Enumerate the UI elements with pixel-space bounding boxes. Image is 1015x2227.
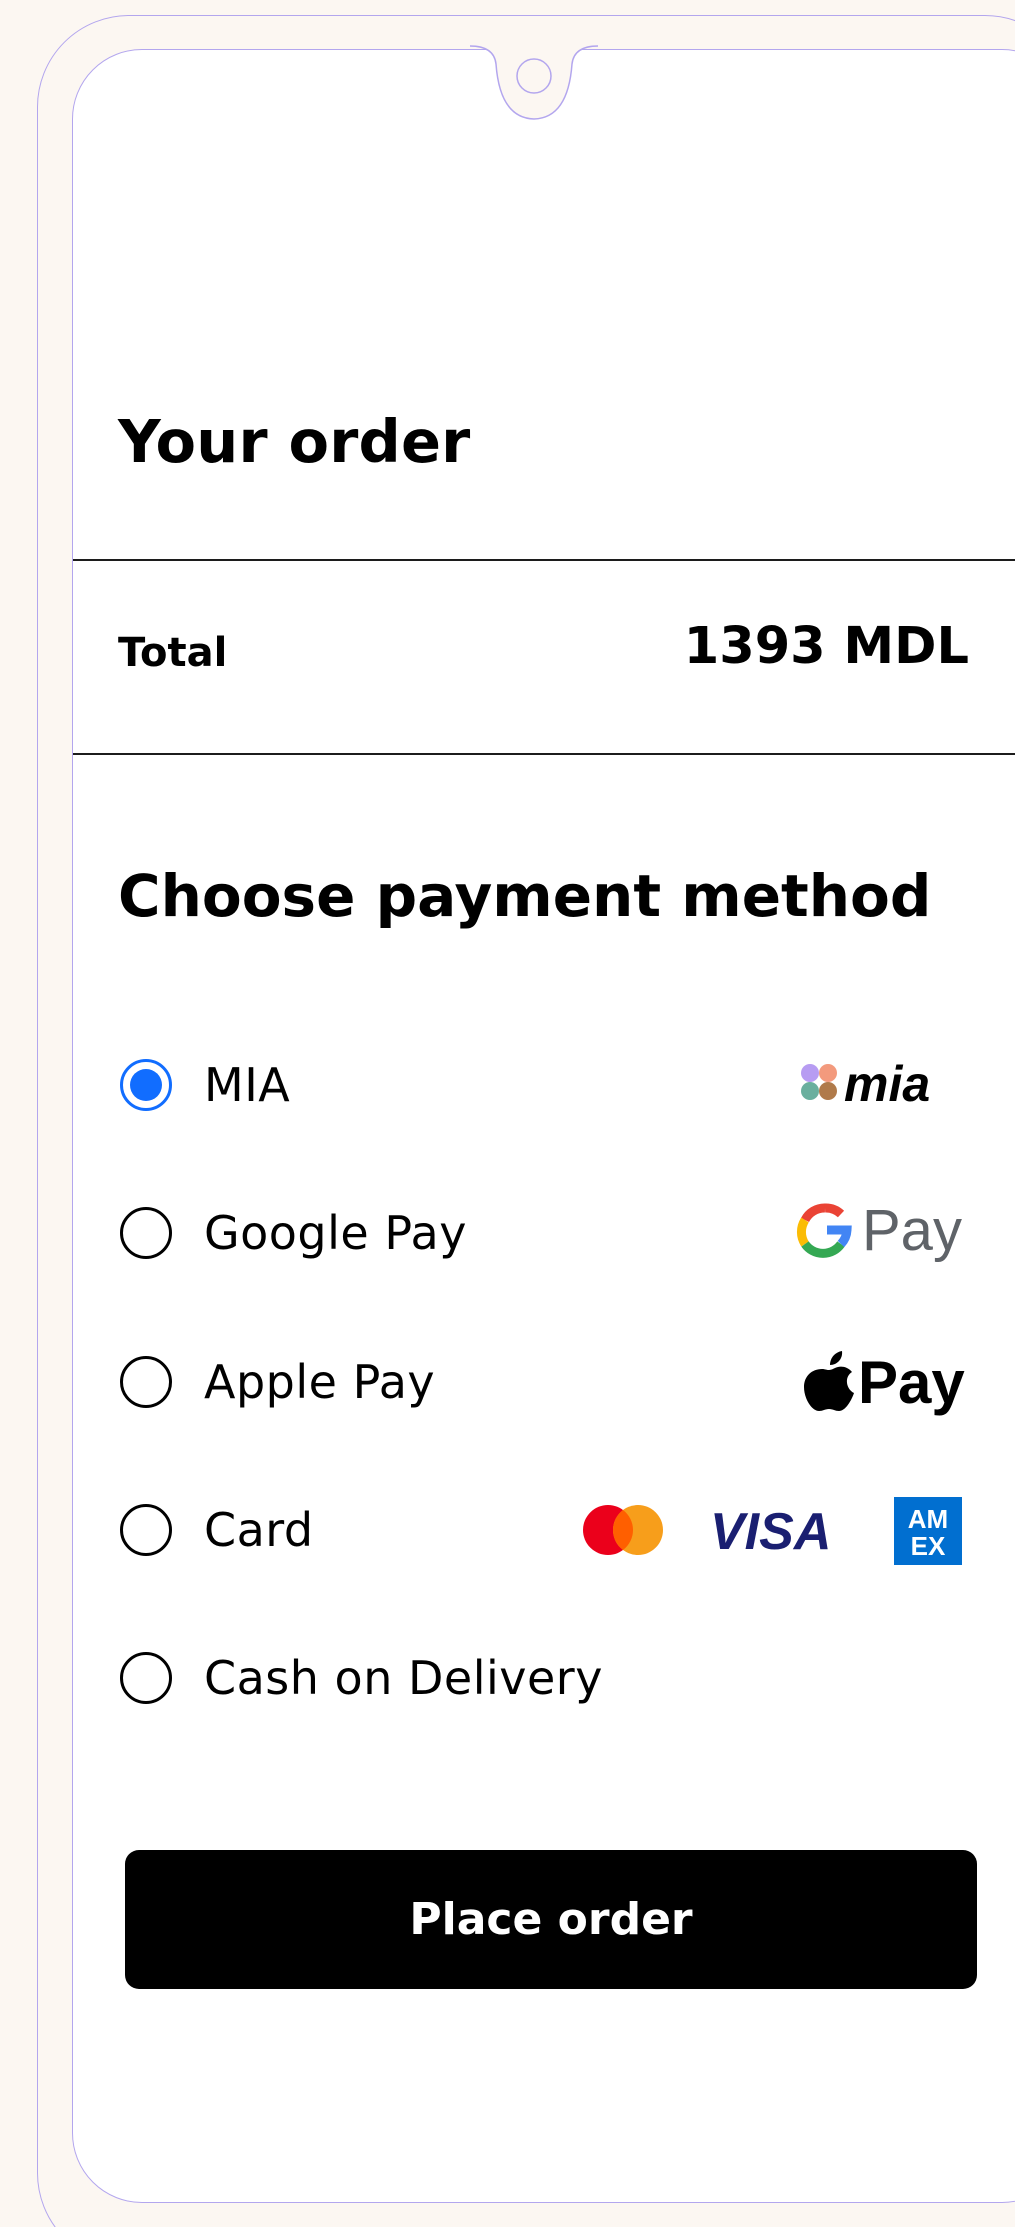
card-brands-logos: VISA AM EX: [582, 1495, 962, 1565]
divider: [73, 559, 1015, 561]
apple-icon: [804, 1351, 854, 1411]
payment-option-google-pay[interactable]: Google Pay Pay: [120, 1198, 962, 1268]
payment-option-label: MIA: [204, 1058, 291, 1112]
checkout-page: Your order Total 1393 MDL Choose payment…: [0, 0, 1015, 2227]
radio-apple-pay[interactable]: [120, 1356, 172, 1408]
radio-google-pay[interactable]: [120, 1207, 172, 1259]
apple-pay-logo: Pay: [800, 1347, 965, 1417]
payment-option-cash[interactable]: Cash on Delivery: [120, 1643, 962, 1713]
radio-card[interactable]: [120, 1504, 172, 1556]
payment-option-label: Google Pay: [204, 1206, 467, 1260]
svg-text:EX: EX: [911, 1531, 946, 1561]
gpay-text: Pay: [862, 1198, 962, 1263]
divider: [73, 753, 1015, 755]
camera-notch: [469, 45, 599, 120]
payment-option-label: Cash on Delivery: [204, 1651, 603, 1705]
svg-text:AM: AM: [908, 1504, 948, 1534]
google-pay-logo: Pay: [796, 1198, 962, 1268]
payment-option-mia[interactable]: MIA mia: [120, 1050, 962, 1120]
total-label: Total: [118, 630, 228, 676]
payment-option-apple-pay[interactable]: Apple Pay Pay: [120, 1347, 965, 1417]
mia-logo-text: mia: [844, 1056, 930, 1112]
applepay-text: Pay: [858, 1349, 965, 1416]
google-g-icon: [797, 1203, 852, 1258]
payment-option-label: Card: [204, 1503, 314, 1557]
payment-option-card[interactable]: Card VISA AM EX: [120, 1495, 962, 1565]
radio-cash[interactable]: [120, 1652, 172, 1704]
visa-logo: VISA: [710, 1503, 831, 1561]
payment-method-title: Choose payment method: [118, 862, 932, 930]
payment-option-label: Apple Pay: [204, 1355, 436, 1409]
order-title: Your order: [118, 407, 471, 476]
place-order-button[interactable]: Place order: [125, 1850, 977, 1989]
mastercard-icon: [583, 1505, 663, 1555]
mia-logo: mia: [800, 1050, 962, 1120]
amex-icon: AM EX: [894, 1497, 962, 1565]
total-value: 1393 MDL: [683, 617, 969, 676]
radio-mia[interactable]: [120, 1059, 172, 1111]
